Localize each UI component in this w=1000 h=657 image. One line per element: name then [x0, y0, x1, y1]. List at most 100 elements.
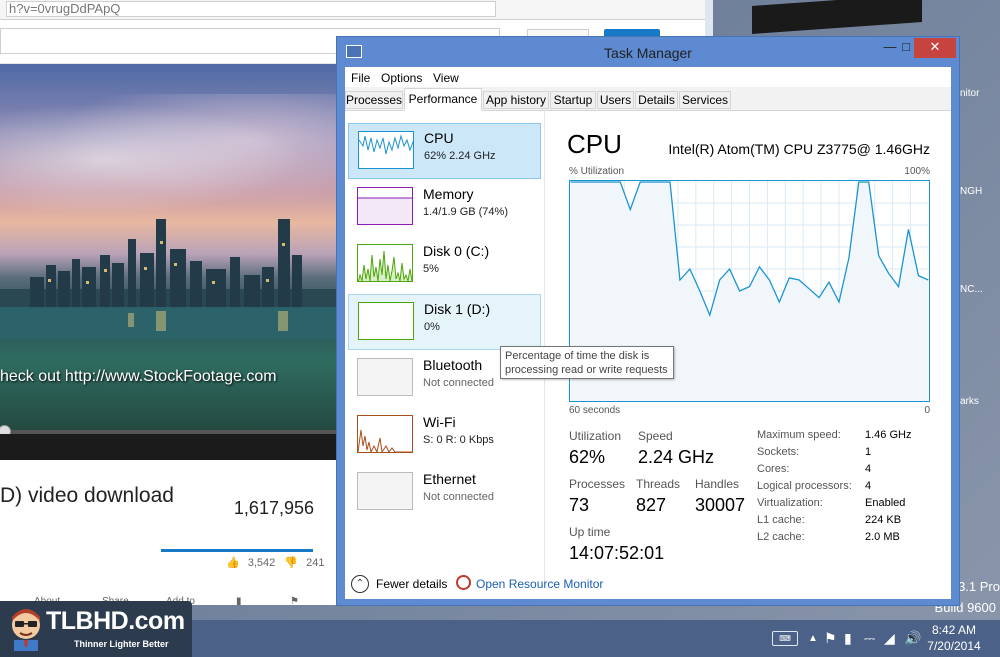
task-manager-window: Task Manager — □ ✕ File Options View Pro… — [336, 36, 960, 606]
menu-bar: File Options View — [345, 67, 951, 87]
memory-mini-graph — [357, 187, 413, 225]
cores-value: 4 — [865, 463, 872, 475]
battery-icon[interactable]: ▮ — [844, 630, 852, 647]
tab-users[interactable]: Users — [597, 91, 634, 109]
touch-keyboard-icon[interactable]: ⌨ — [772, 631, 798, 646]
url-text[interactable]: h?v=0vrugDdPApQ — [6, 1, 496, 17]
disk0-mini-graph — [357, 244, 413, 282]
menu-file[interactable]: File — [351, 71, 370, 85]
tooltip-line-1: Percentage of time the disk is — [505, 350, 650, 362]
ethernet-mini-graph — [357, 472, 413, 510]
l1-cache-value: 224 KB — [865, 514, 902, 526]
resource-cpu-name: CPU — [424, 130, 454, 146]
resource-cpu[interactable]: CPU 62% 2.24 GHz — [348, 123, 541, 179]
video-caption: heck out http://www.StockFootage.com — [0, 368, 277, 385]
thumbs-up-icon[interactable]: 👍 — [226, 557, 240, 569]
clock-time[interactable]: 8:42 AM — [914, 623, 994, 637]
resource-memory-name: Memory — [423, 186, 474, 202]
video-title: D) video download — [0, 484, 174, 507]
handles-label: Handles — [695, 477, 740, 491]
close-button[interactable]: ✕ — [914, 38, 956, 58]
resource-memory-detail: 1.4/1.9 GB (74%) — [423, 206, 508, 218]
logo-tagline: Thinner Lighter Better — [74, 639, 169, 649]
tab-app-history[interactable]: App history — [483, 91, 549, 109]
bluetooth-mini-graph — [357, 358, 413, 396]
site-logo: TLBHD.com Thinner Lighter Better — [0, 601, 192, 657]
resource-wifi-detail: S: 0 R: 0 Kbps — [423, 434, 494, 446]
disk1-mini-graph — [358, 302, 414, 340]
resource-monitor-icon[interactable] — [456, 575, 471, 590]
fewer-details-link[interactable]: Fewer details — [376, 577, 447, 591]
like-counts: 👍 3,542 👎 241 — [226, 556, 324, 569]
resource-wifi[interactable]: Wi-Fi S: 0 R: 0 Kbps — [348, 408, 541, 464]
view-count: 1,617,956 — [233, 498, 314, 518]
chevron-up-icon[interactable]: ⌃ — [351, 575, 369, 593]
power-plug-icon[interactable]: ⎓ — [864, 630, 875, 647]
desktop-wallpaper-object — [752, 0, 922, 34]
task-manager-client: File Options View Processes Performance … — [345, 67, 951, 599]
desktop-label-2[interactable]: NGH — [960, 186, 982, 197]
threads-label: Threads — [636, 477, 681, 491]
logical-processors-value: 4 — [865, 480, 872, 492]
logical-processors-label: Logical processors: — [757, 480, 852, 492]
resource-disk-1-detail: 0% — [424, 321, 440, 333]
address-bar[interactable]: h?v=0vrugDdPApQ — [0, 0, 705, 20]
tab-startup[interactable]: Startup — [550, 91, 596, 109]
graph-time-label: 60 seconds — [569, 405, 621, 416]
processes-value: 73 — [569, 495, 590, 515]
uptime-label: Up time — [569, 525, 611, 539]
thumbs-down-icon[interactable]: 👎 — [284, 557, 298, 569]
stats-icon[interactable]: ▮ — [236, 596, 242, 607]
video-skyline — [0, 219, 336, 339]
tab-services[interactable]: Services — [679, 91, 731, 109]
flag-icon[interactable]: ⚑ — [290, 596, 299, 607]
processes-label: Processes — [569, 477, 626, 491]
dislike-count: 241 — [306, 557, 325, 569]
tab-performance[interactable]: Performance — [404, 88, 482, 111]
desktop-label-3[interactable]: NC... — [960, 284, 983, 295]
tooltip-line-2: processing read or write requests — [505, 364, 668, 376]
open-resource-monitor-link[interactable]: Open Resource Monitor — [476, 577, 603, 591]
max-speed-value: 1.46 GHz — [865, 429, 912, 441]
tab-processes[interactable]: Processes — [345, 91, 403, 109]
utilization-value: 62% — [569, 447, 606, 467]
video-player[interactable]: heck out http://www.StockFootage.com — [0, 64, 336, 460]
l2-cache-value: 2.0 MB — [865, 531, 900, 543]
title-bar[interactable]: Task Manager — □ ✕ — [337, 37, 959, 67]
resource-cpu-detail: 62% 2.24 GHz — [424, 150, 496, 162]
clock-date[interactable]: 7/20/2014 — [914, 639, 994, 653]
wifi-signal-icon[interactable]: ◢ — [884, 630, 895, 647]
sockets-label: Sockets: — [757, 446, 800, 458]
footer-bar: ⌃ Fewer details Open Resource Monitor — [345, 557, 951, 599]
max-speed-label: Maximum speed: — [757, 429, 841, 441]
cpu-model-name: Intel(R) Atom(TM) CPU Z3775@ 1.46GHz — [668, 141, 930, 157]
menu-view[interactable]: View — [433, 71, 459, 85]
desktop-label-1[interactable]: nitor — [960, 88, 979, 99]
utilization-axis-label: % Utilization — [569, 166, 625, 177]
action-center-flag-icon[interactable]: ⚑ — [824, 630, 837, 647]
show-hidden-icons-icon[interactable]: ▲ — [808, 633, 818, 644]
resource-disk-0[interactable]: Disk 0 (C:) 5% — [348, 237, 541, 293]
resource-memory[interactable]: Memory 1.4/1.9 GB (74%) — [348, 180, 541, 236]
video-controls[interactable] — [0, 434, 336, 460]
menu-options[interactable]: Options — [381, 71, 422, 85]
handles-value: 30007 — [695, 495, 746, 515]
resource-ethernet[interactable]: Ethernet Not connected — [348, 465, 541, 521]
tab-strip: Processes Performance App history Startu… — [345, 87, 951, 111]
resource-disk-0-detail: 5% — [423, 263, 439, 275]
window-title: Task Manager — [604, 45, 692, 61]
desktop-label-4[interactable]: arks — [960, 396, 979, 407]
speed-value: 2.24 GHz — [638, 447, 715, 467]
logo-mascot-icon — [12, 609, 40, 651]
resource-disk-1[interactable]: Disk 1 (D:) 0% — [348, 294, 541, 350]
resource-wifi-name: Wi-Fi — [423, 414, 456, 430]
resource-bluetooth-detail: Not connected — [423, 377, 494, 389]
resource-ethernet-name: Ethernet — [423, 471, 476, 487]
speed-label: Speed — [638, 429, 673, 443]
graph-zero-label: 0 — [924, 405, 930, 416]
tab-details[interactable]: Details — [635, 91, 678, 109]
utilization-label: Utilization — [569, 429, 622, 443]
wifi-mini-graph — [357, 415, 413, 453]
resource-disk-0-name: Disk 0 (C:) — [423, 243, 490, 259]
resource-disk-1-name: Disk 1 (D:) — [424, 301, 491, 317]
